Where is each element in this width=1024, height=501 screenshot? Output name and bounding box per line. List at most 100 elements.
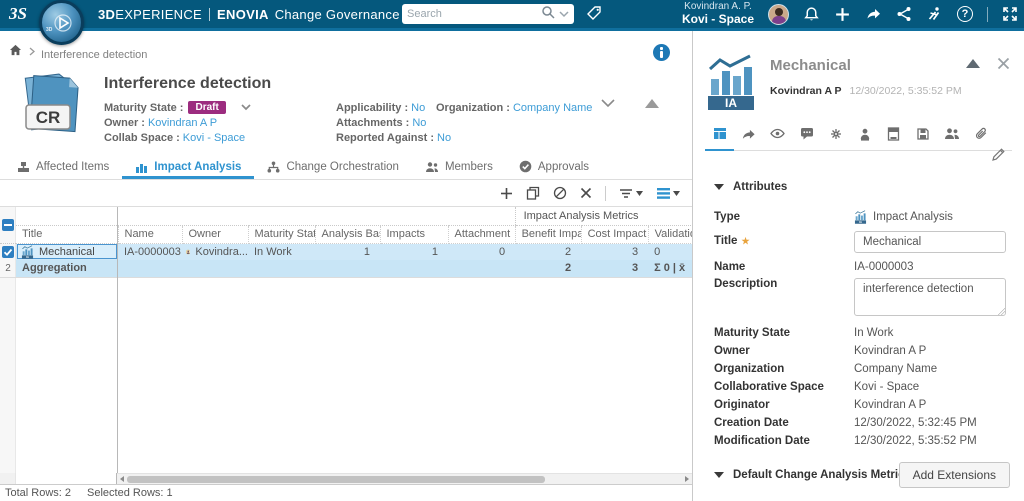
aggregation-label-cell: Aggregation [16,260,118,277]
section-attributes[interactable]: Attributes [705,181,1012,193]
add-extensions-button[interactable]: Add Extensions [899,462,1010,488]
tab-visibility-eye-icon[interactable] [763,127,792,151]
tab-content-file-icon[interactable] [908,127,937,151]
col-cost-impact[interactable]: Cost Impact [581,225,648,243]
table-row-mechanical[interactable]: Mechanical IA-0000003 Kovindra... [0,243,692,260]
filter-menu-button[interactable] [619,187,643,200]
col-attachment[interactable]: Attachment [448,225,515,243]
add-row-button[interactable] [500,187,513,200]
edit-pencil-icon[interactable] [991,147,1006,167]
panel-title: Mechanical [770,57,962,74]
remove-button[interactable] [580,187,592,199]
panel-controls [966,57,1010,70]
properties-panel: Mechanical Kovindran A P 12/30/2022, 5:3… [692,31,1024,501]
tab-impact-analysis[interactable]: Impact Analysis [122,157,254,179]
frozen-column-divider[interactable] [117,207,118,473]
scroll-right-arrow[interactable] [682,474,692,484]
object-header: CR Interference detection Maturity State… [0,65,692,157]
header-expand-chevron-icon[interactable] [600,95,616,113]
breadcrumb-current[interactable]: Interference detection [41,49,147,61]
search-options-chevron-icon[interactable] [559,5,569,23]
title-input[interactable] [854,231,1006,253]
selected-title-cell[interactable]: Mechanical [17,244,117,259]
tab-comments-icon[interactable] [792,127,821,151]
maturity-state-field-value: In Work [854,327,893,339]
collab-space-label: Collab Space : [104,132,180,144]
add-content-plus-icon[interactable] [834,6,851,23]
table-row-aggregation: 2 Aggregation 2 3 Σ 0 | x̄ [0,260,692,277]
cell-title[interactable]: Mechanical [16,243,118,260]
tab-collaborators-people-icon[interactable] [937,127,966,151]
col-analysis-basis[interactable]: Analysis Basis [315,225,380,243]
search-input[interactable] [407,8,541,20]
maturity-state-label: Maturity State : [104,102,183,114]
tab-relations-icon[interactable] [821,127,850,151]
horizontal-scrollbar[interactable] [117,473,692,484]
col-title[interactable]: Title [16,225,118,243]
row-checkbox[interactable] [2,246,14,258]
organization-value-link[interactable]: Company Name [513,102,592,114]
user-avatar[interactable] [768,4,789,25]
duplicate-button[interactable] [526,186,540,200]
search-icon[interactable] [541,5,555,24]
row-number-cell: 2 [0,260,16,277]
fullscreen-expand-icon[interactable] [1002,6,1018,22]
scroll-left-arrow[interactable] [117,474,127,484]
selected-rows-status: Selected Rows: 1 [87,487,173,499]
tab-affected-items[interactable]: Affected Items [4,157,122,179]
col-maturity-state[interactable]: Maturity State [248,225,315,243]
row-select-cell [0,243,16,260]
tab-history-document-icon[interactable] [879,127,908,151]
description-textarea[interactable]: interference detection [854,278,1006,316]
creation-date-value: 12/30/2022, 5:32:45 PM [854,417,977,429]
col-impacts[interactable]: Impacts [380,225,448,243]
cell-impacts: 1 [380,243,448,260]
3ds-logo-icon[interactable]: 3S [7,2,35,29]
col-benefit-impact[interactable]: Benefit Impact [515,225,581,243]
help-icon[interactable]: ? [957,6,973,22]
notifications-bell-icon[interactable] [803,6,820,23]
owner-value-link[interactable]: Kovindran A P [148,117,217,129]
tab-owner-person-icon[interactable] [850,127,879,151]
application-window: 3S 3D 3DEXPERIENCE ENOVIA Change Governa… [0,0,1024,501]
tag-icon[interactable] [586,5,603,22]
tab-properties-icon[interactable] [705,127,734,151]
change-request-type-icon: CR [14,69,92,157]
tab-change-orchestration[interactable]: Change Orchestration [254,157,412,179]
app-module-name[interactable]: Change Governance [275,7,400,22]
compass-logo-icon[interactable]: 3D [39,0,84,45]
user-space: Kovi - Space [682,13,754,27]
tab-share-icon[interactable] [734,127,763,151]
panel-close-icon[interactable] [997,57,1010,70]
header-collapse-icon[interactable] [645,99,659,108]
panel-collapse-icon[interactable] [966,59,980,68]
info-icon[interactable] [653,44,670,61]
cell-name: IA-0000003 [118,243,182,260]
group-header-impact-analysis-metrics: Impact Analysis Metrics [515,207,692,225]
tab-approvals[interactable]: Approvals [506,157,602,179]
frozen-column-footer [0,473,117,484]
owner-label: Owner : [104,117,145,129]
select-all-checkbox[interactable] [2,219,14,231]
deactivate-button[interactable] [553,186,567,200]
share-network-icon[interactable] [896,6,912,22]
share-arrow-icon[interactable] [865,6,882,22]
3dswym-community-icon[interactable] [926,6,943,22]
panel-modified-date: 12/30/2022, 5:35:52 PM [849,85,961,97]
maturity-chevron-down-icon[interactable] [240,102,252,114]
user-menu[interactable]: Kovindran A. P. Kovi - Space [682,1,754,26]
top-bar: 3S 3D 3DEXPERIENCE ENOVIA Change Governa… [0,0,1024,31]
scrollbar-thumb[interactable] [127,476,545,483]
collaborative-space-label: Collaborative Space [714,381,854,393]
home-icon[interactable] [9,43,22,61]
col-owner[interactable]: Owner [182,225,248,243]
column-view-menu-button[interactable] [656,187,680,200]
header-properties-col1: Maturity State : Draft Owner : Kovindran… [104,100,252,145]
collab-space-value-link[interactable]: Kovi - Space [183,132,245,144]
impact-analysis-type-icon [854,210,867,224]
tab-members[interactable]: Members [412,157,506,179]
aggregation-cost-impact: 3 [581,260,648,277]
applicability-value: No [411,102,425,114]
col-name[interactable]: Name [118,225,182,243]
col-validation[interactable]: Validation [648,225,692,243]
